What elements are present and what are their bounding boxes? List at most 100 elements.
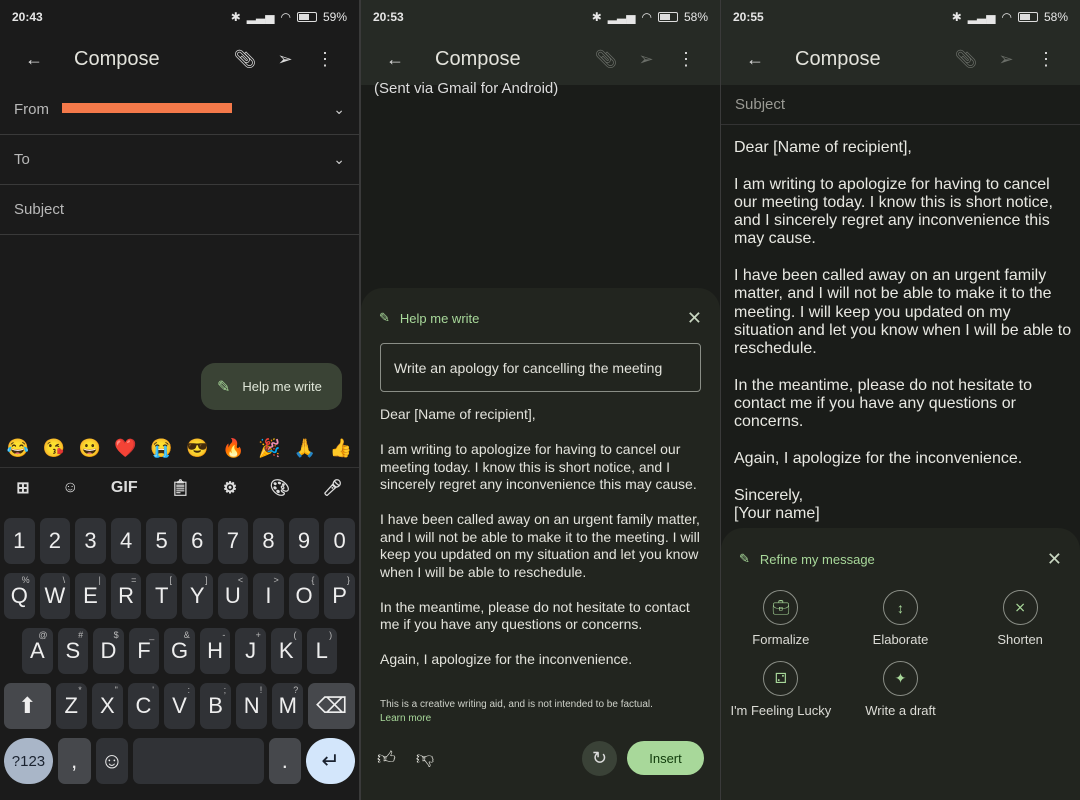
key-y[interactable]: Y] <box>181 573 213 619</box>
shift-key[interactable]: ⬆ <box>4 683 51 729</box>
key-a[interactable]: A @ <box>22 628 53 674</box>
refine-option-write-a-draft[interactable]: ✦ Write a draft <box>841 661 961 718</box>
key-hint: ' <box>152 685 154 695</box>
key-j[interactable]: J + <box>235 628 266 674</box>
prompt-input[interactable]: Write an apology for cancelling the meet… <box>380 343 701 392</box>
close-icon[interactable]: ✕ <box>1047 549 1062 570</box>
period-key[interactable]: . <box>268 738 302 784</box>
microphone-icon[interactable]: 🎤︎ <box>322 478 342 498</box>
sticker-icon[interactable]: ☺ <box>62 479 78 497</box>
page-title: Compose <box>74 48 160 70</box>
emoji-suggestion[interactable]: 🙏 <box>294 438 316 459</box>
key-i[interactable]: I > <box>253 573 284 619</box>
emoji-key[interactable]: ☺ <box>95 738 129 784</box>
key-s[interactable]: S # <box>57 628 89 674</box>
settings-gear-icon[interactable]: ⚙ <box>223 478 237 498</box>
emoji-suggestion[interactable]: 😎 <box>186 438 208 459</box>
key-b[interactable]: B; <box>200 683 232 729</box>
regenerate-button[interactable]: ↻ <box>582 740 617 776</box>
key-q[interactable]: Q% <box>4 573 35 619</box>
more-icon[interactable]: ⋮ <box>1026 49 1066 70</box>
key-v[interactable]: V: <box>163 683 196 729</box>
key-7[interactable]: 7 <box>217 518 249 564</box>
key-u[interactable]: U < <box>217 573 249 619</box>
refine-option-i-m-feeling-lucky[interactable]: ⚁ I'm Feeling Lucky <box>721 661 841 718</box>
attach-icon[interactable]: 📎︎ <box>586 49 626 70</box>
chevron-down-icon[interactable]: ⌄ <box>333 101 345 118</box>
attach-icon[interactable]: 📎︎ <box>946 49 986 70</box>
send-icon[interactable]: ➢ <box>265 49 305 70</box>
subject-field[interactable]: Subject <box>0 185 359 235</box>
key-t[interactable]: T[ <box>146 573 177 619</box>
key-x[interactable]: X " <box>91 683 123 729</box>
refine-option-elaborate[interactable]: ↕ Elaborate <box>841 590 961 647</box>
send-icon[interactable]: ➢ <box>986 49 1026 70</box>
more-icon[interactable]: ⋮ <box>305 49 345 70</box>
back-arrow-icon[interactable]: ← <box>375 49 415 70</box>
refine-option-shorten[interactable]: ⨯ Shorten <box>960 590 1080 647</box>
key-2[interactable]: 2 <box>39 518 71 564</box>
emoji-suggestion[interactable]: 👍 <box>330 438 352 459</box>
emoji-suggestion[interactable]: 😭 <box>150 438 172 459</box>
key-6[interactable]: 6 <box>181 518 213 564</box>
back-arrow-icon[interactable]: ← <box>14 49 54 70</box>
key-m[interactable]: M? <box>272 683 304 729</box>
send-icon[interactable]: ➢ <box>626 49 666 70</box>
key-f[interactable]: F _ <box>128 628 160 674</box>
attach-icon[interactable]: 📎︎ <box>225 49 265 70</box>
status-time: 20:43 <box>12 10 43 24</box>
gif-button[interactable]: GIF <box>111 479 138 497</box>
close-icon[interactable]: ✕ <box>687 308 702 329</box>
emoji-suggestion[interactable]: 😀 <box>79 438 101 459</box>
insert-button[interactable]: Insert <box>627 741 704 775</box>
emoji-suggestion[interactable]: 🔥 <box>222 438 244 459</box>
key-h[interactable]: H- <box>199 628 231 674</box>
key-8[interactable]: 8 <box>253 518 284 564</box>
key-p[interactable]: P} <box>324 573 355 619</box>
theme-palette-icon[interactable]: 🎨︎ <box>270 478 290 498</box>
thumbs-up-icon[interactable]: 👍︎ <box>377 747 396 769</box>
to-field[interactable]: To ⌄ <box>0 135 359 185</box>
key-r[interactable]: R = <box>110 573 142 619</box>
emoji-suggestion[interactable]: 😘 <box>43 438 65 459</box>
emoji-suggestion[interactable]: ❤️ <box>114 438 136 459</box>
signal-icon: ▂▃▅ <box>246 10 275 24</box>
key-l[interactable]: L) <box>306 628 338 674</box>
emoji-suggestion[interactable]: 😂 <box>7 438 29 459</box>
battery-percent: 58% <box>683 10 708 24</box>
key-4[interactable]: 4 <box>110 518 142 564</box>
key-z[interactable]: Z * <box>55 683 87 729</box>
key-5[interactable]: 5 <box>146 518 177 564</box>
key-e[interactable]: E | <box>75 573 106 619</box>
key-1[interactable]: 1 <box>4 518 35 564</box>
help-me-write-button[interactable]: ✎ Help me write <box>201 363 342 410</box>
email-body[interactable]: Dear [Name of recipient], I am writing to… <box>734 139 1072 542</box>
subject-field[interactable]: Subject <box>721 85 1080 125</box>
more-icon[interactable]: ⋮ <box>666 49 706 70</box>
key-c[interactable]: C ' <box>127 683 159 729</box>
space-bar[interactable] <box>133 738 264 784</box>
emoji-suggestion[interactable]: 🎉 <box>258 438 280 459</box>
key-g[interactable]: G & <box>164 628 195 674</box>
clipboard-icon[interactable]: 📋︎ <box>170 478 190 498</box>
back-arrow-icon[interactable]: ← <box>735 49 775 70</box>
refine-option-formalize[interactable]: 💼︎ Formalize <box>721 590 841 647</box>
comma-key[interactable]: , <box>57 738 91 784</box>
chevron-down-icon[interactable]: ⌄ <box>333 151 345 168</box>
key-9[interactable]: 9 <box>288 518 320 564</box>
thumbs-down-icon[interactable]: 👎︎ <box>416 747 434 769</box>
key-d[interactable]: D $ <box>93 628 124 674</box>
symbols-key[interactable]: ?123 <box>4 738 53 784</box>
key-o[interactable]: O{ <box>288 573 320 619</box>
key-n[interactable]: N! <box>236 683 268 729</box>
key-k[interactable]: K( <box>270 628 302 674</box>
key-w[interactable]: W \ <box>39 573 71 619</box>
key-3[interactable]: 3 <box>75 518 106 564</box>
enter-key[interactable]: ↵ <box>306 738 355 784</box>
battery-percent: 59% <box>322 10 347 24</box>
from-field[interactable]: From ⌄ <box>0 85 359 135</box>
apps-grid-icon[interactable]: ⊞ <box>16 478 29 498</box>
key-0[interactable]: 0 <box>324 518 355 564</box>
backspace-key[interactable]: ⌫ <box>308 683 355 729</box>
learn-more-link[interactable]: Learn more <box>380 712 653 726</box>
